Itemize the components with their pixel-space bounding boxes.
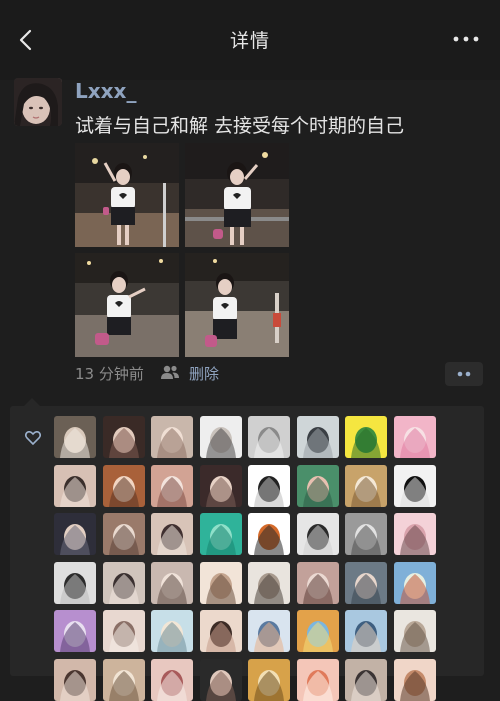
liker-avatar[interactable]	[248, 658, 290, 701]
liker-avatar[interactable]	[102, 561, 145, 604]
liker-avatar[interactable]	[296, 561, 339, 604]
liker-avatar[interactable]	[151, 610, 193, 652]
comment-like-button[interactable]	[445, 362, 483, 386]
liker-avatar[interactable]	[393, 513, 436, 555]
photo-3[interactable]	[75, 253, 179, 357]
photo-4[interactable]	[185, 253, 289, 357]
liker-avatar[interactable]	[296, 416, 339, 458]
liker-avatar[interactable]	[102, 610, 145, 652]
liker-avatar[interactable]	[199, 416, 242, 458]
liker-avatar[interactable]	[151, 464, 193, 507]
liker-avatar[interactable]	[296, 610, 339, 652]
liker-avatar[interactable]	[151, 416, 193, 458]
friends-visibility-icon	[161, 365, 179, 379]
liker-avatar[interactable]	[54, 464, 96, 507]
liker-avatar[interactable]	[102, 416, 145, 458]
liker-avatar[interactable]	[151, 513, 193, 555]
liker-avatar[interactable]	[248, 561, 290, 604]
liker-avatar[interactable]	[345, 416, 387, 458]
liker-avatar[interactable]	[345, 513, 387, 555]
more-actions-icon	[457, 371, 471, 377]
more-icon[interactable]	[452, 30, 480, 48]
liker-avatar[interactable]	[248, 610, 290, 652]
liker-avatar[interactable]	[102, 658, 145, 701]
liker-avatar[interactable]	[393, 464, 436, 507]
photo-grid	[75, 143, 289, 357]
liker-avatar[interactable]	[199, 561, 242, 604]
username[interactable]: Lxxx_	[75, 79, 136, 103]
liker-avatar[interactable]	[248, 416, 290, 458]
liker-avatar[interactable]	[151, 561, 193, 604]
post-time: 13 分钟前	[75, 365, 144, 383]
liker-avatar[interactable]	[393, 658, 436, 701]
liker-avatar[interactable]	[345, 610, 387, 652]
liker-avatar[interactable]	[54, 610, 96, 652]
liker-avatar[interactable]	[248, 464, 290, 507]
liker-avatar[interactable]	[54, 561, 96, 604]
liker-avatar[interactable]	[296, 513, 339, 555]
photo-1[interactable]	[75, 143, 179, 247]
liker-avatar[interactable]	[54, 416, 96, 458]
liker-avatar[interactable]	[393, 561, 436, 604]
liker-avatar[interactable]	[345, 658, 387, 701]
liker-avatar[interactable]	[248, 513, 290, 555]
liker-avatar[interactable]	[199, 658, 242, 701]
liker-avatar[interactable]	[296, 464, 339, 507]
page-title: 详情	[229, 30, 270, 52]
liker-avatar[interactable]	[54, 513, 96, 555]
liker-avatar[interactable]	[393, 610, 436, 652]
liker-avatar[interactable]	[393, 416, 436, 458]
liker-avatar[interactable]	[151, 658, 193, 701]
liker-avatar[interactable]	[296, 658, 339, 701]
liker-avatar[interactable]	[199, 513, 242, 555]
avatar-image	[14, 78, 62, 126]
liker-avatar[interactable]	[54, 658, 96, 701]
liker-avatar[interactable]	[345, 561, 387, 604]
liker-avatar[interactable]	[345, 464, 387, 507]
navigation-bar: 详情	[0, 0, 500, 80]
heart-icon	[25, 431, 41, 445]
liker-avatar[interactable]	[102, 464, 145, 507]
avatar[interactable]	[14, 78, 62, 126]
liker-avatar[interactable]	[199, 464, 242, 507]
likes-panel-arrow	[24, 398, 40, 406]
liker-avatar[interactable]	[199, 610, 242, 652]
delete-link[interactable]: 删除	[189, 363, 219, 384]
photo-2[interactable]	[185, 143, 289, 247]
post-text: 试着与自己和解 去接受每个时期的自己	[75, 115, 405, 137]
liker-avatar[interactable]	[102, 513, 145, 555]
